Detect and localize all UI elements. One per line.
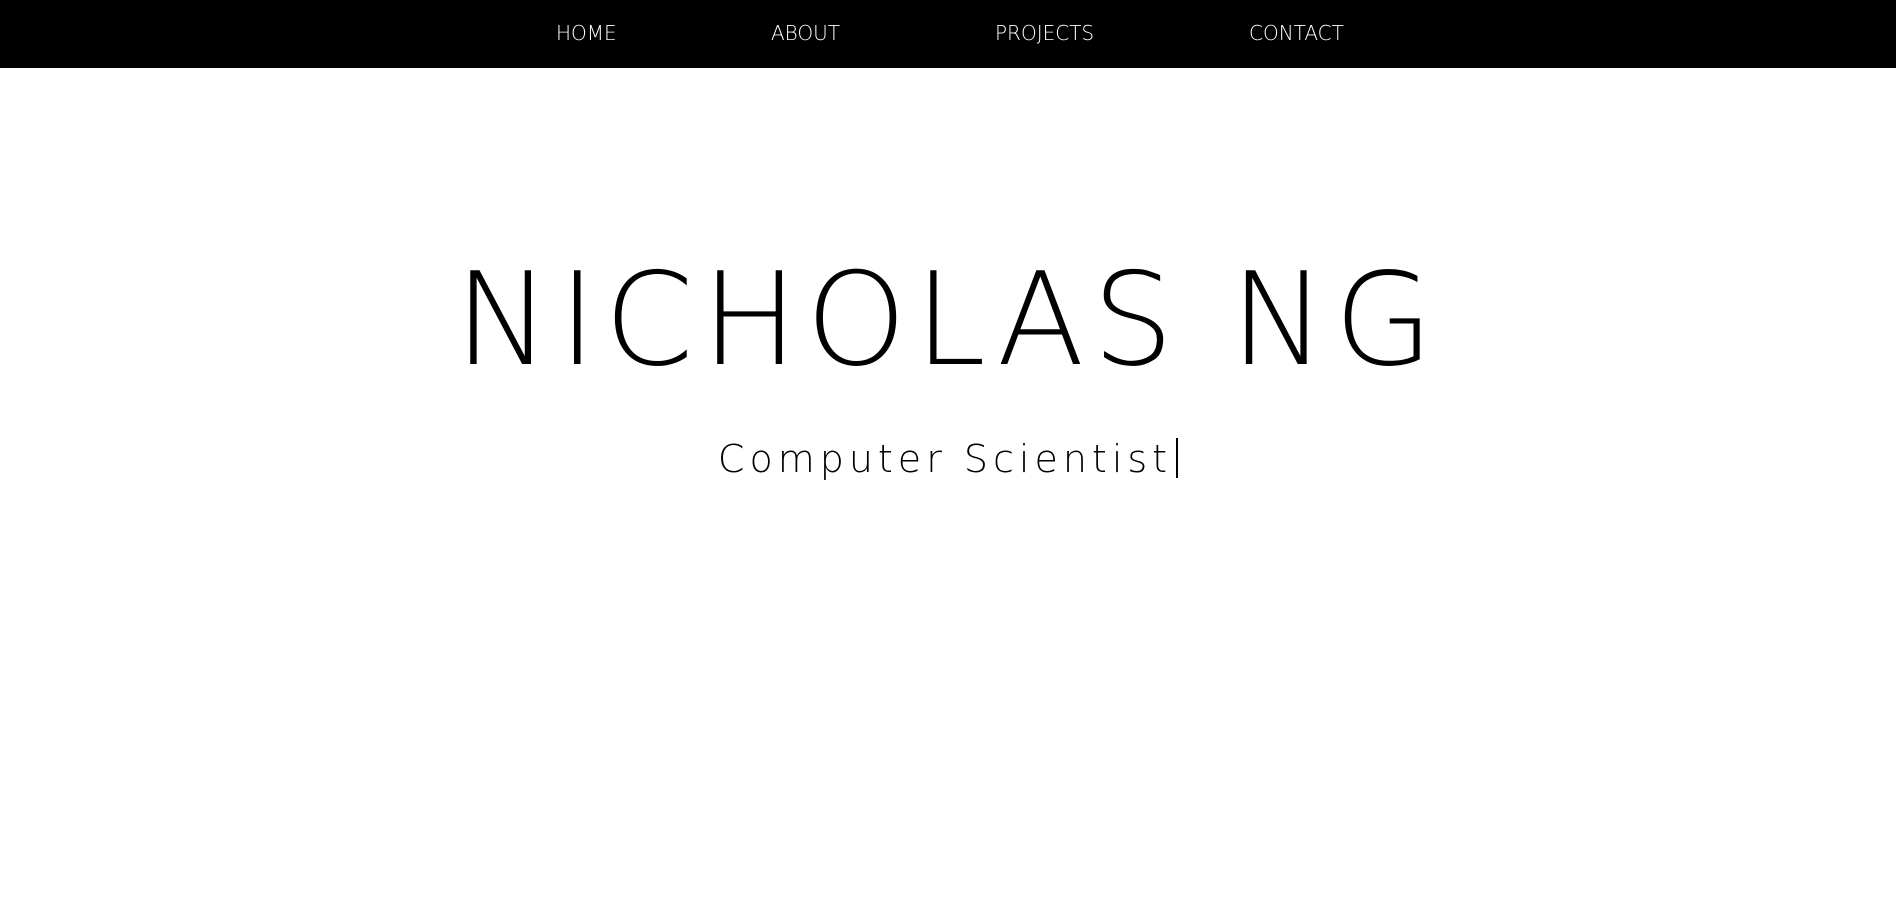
nav-about-link[interactable]: ABOUT (771, 20, 840, 46)
hero-section: NICHOLAS NG Computer Scientist (0, 68, 1896, 897)
hero-name-heading: NICHOLAS NG (454, 246, 1442, 395)
top-navbar: HOME ABOUT PROJECTS CONTACT (0, 0, 1896, 68)
nav-projects-link[interactable]: PROJECTS (995, 20, 1094, 46)
nav-contact-link[interactable]: CONTACT (1249, 20, 1344, 46)
hero-subtitle-text: Computer Scientist (717, 437, 1173, 481)
typing-cursor (1176, 438, 1179, 478)
hero-subtitle-container: Computer Scientist (0, 434, 1896, 484)
nav-home-link[interactable]: HOME (556, 20, 617, 46)
